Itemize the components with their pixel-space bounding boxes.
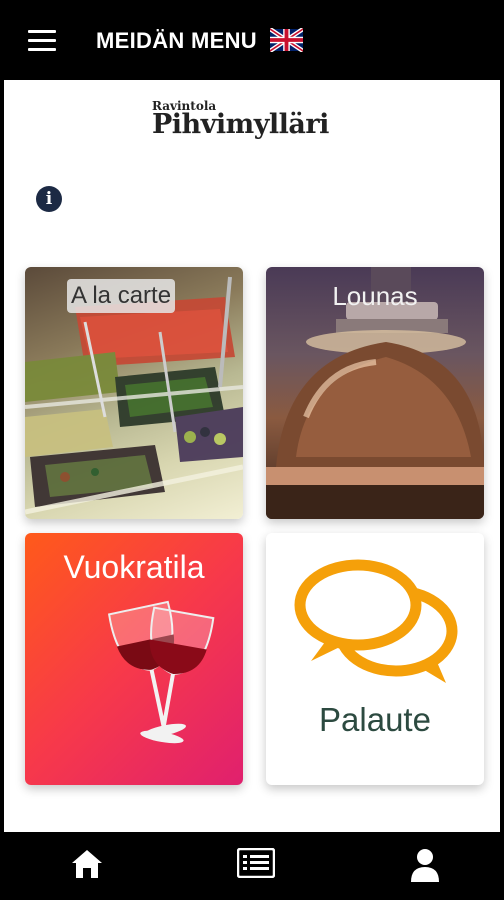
top-bar: MEIDÄN MENU (0, 0, 504, 80)
user-icon[interactable] (410, 848, 440, 882)
tile-vuokratila[interactable]: Vuokratila (25, 533, 243, 785)
speech-bubbles-icon (294, 559, 458, 683)
logo-title: Pihvimylläri (152, 109, 329, 140)
tile-palaute[interactable]: Palaute (266, 533, 484, 785)
menu-list-icon[interactable] (237, 848, 275, 878)
frame-right (500, 0, 504, 900)
page-title: MEIDÄN MENU (96, 28, 257, 53)
frame-left (0, 0, 4, 900)
uk-flag-icon[interactable] (270, 28, 303, 52)
hamburger-menu-icon[interactable] (28, 30, 56, 52)
tile-lounas[interactable]: Lounas (266, 267, 484, 519)
tile-label: A la carte (67, 279, 176, 313)
tile-a-la-carte[interactable]: A la carte (25, 267, 243, 519)
wine-glasses-icon (107, 600, 215, 744)
restaurant-logo: Ravintola Pihvimylläri (152, 99, 329, 140)
tile-label: Palaute (319, 701, 431, 738)
tile-label: Lounas (332, 281, 418, 311)
bottom-nav (0, 832, 504, 900)
info-icon[interactable]: i (36, 186, 62, 212)
home-icon[interactable] (70, 848, 104, 880)
